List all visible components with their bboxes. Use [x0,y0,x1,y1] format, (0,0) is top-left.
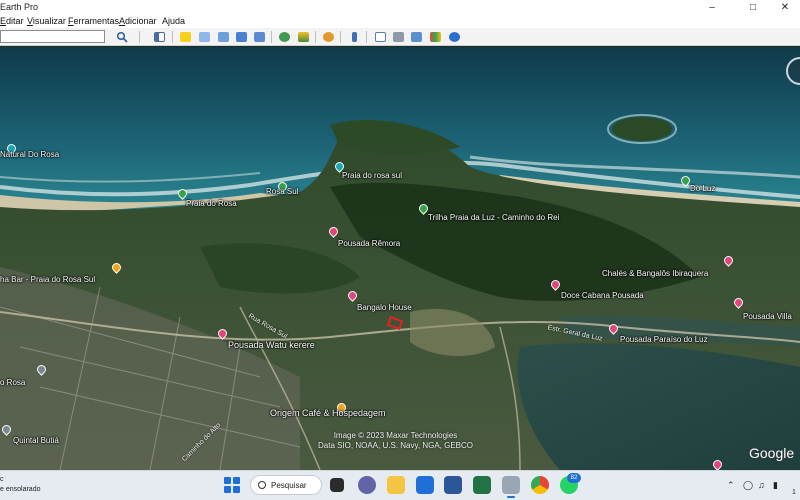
polygon-icon[interactable] [196,30,212,44]
credit-line: Image © 2023 Maxar Technologies [333,431,458,440]
menu-ferramentas[interactable]: Ferramentas [68,16,119,26]
toolbar-separator [139,31,140,43]
menu-adicionar[interactable]: Adicionar [119,16,157,26]
maximize-icon[interactable]: □ [738,0,768,15]
place-label[interactable]: Bangalo House [357,303,412,312]
notification-badge: 82 [567,473,581,483]
satellite-imagery [0,47,800,470]
excel-icon[interactable] [473,476,491,494]
print-icon[interactable] [390,30,406,44]
search-input[interactable] [0,30,105,43]
toolbar-separator [366,31,367,43]
toolbar-separator [172,31,173,43]
place-label[interactable]: ha Bar - Praia do Rosa Sul [0,275,95,284]
imagery-credits: Image © 2023 Maxar Technologies Data SIO… [318,431,473,451]
place-label[interactable]: Natural Do Rosa [0,150,59,159]
place-label[interactable]: Trilha Praia da Luz - Caminho do Rei [428,213,559,222]
planets-icon[interactable] [320,30,336,44]
taskbar: c e ensolarado Pesquisar 82 ⌃ ◯ ♫ ▮ 1 [0,470,800,500]
placemark-icon[interactable] [177,30,193,44]
chrome-icon[interactable] [531,476,549,494]
battery-icon[interactable]: ▮ [773,480,778,491]
place-label[interactable]: Pousada Rêmora [338,239,400,248]
weather-condition: e ensolarado [0,486,41,493]
search-icon [258,481,266,489]
menu-editar[interactable]: Editar [0,16,24,26]
place-label[interactable]: Praia do Rosa [186,199,237,208]
minimize-icon[interactable]: – [697,0,727,15]
place-label[interactable]: o Rosa [0,378,25,387]
record-tour-icon[interactable] [251,30,267,44]
menu-bar: Editar Visualizar Ferramentas Adicionar … [0,15,800,28]
close-icon[interactable]: ✕ [770,0,800,15]
place-label[interactable]: Praia do rosa sul [342,171,402,180]
wifi-icon[interactable]: ◯ [743,480,753,491]
place-label[interactable]: Do Luz [690,184,715,193]
toolbar-separator [340,31,341,43]
task-view-icon[interactable] [330,478,344,492]
taskbar-search-label: Pesquisar [271,480,307,490]
menu-visualizar[interactable]: Visualizar [27,16,66,26]
email-icon[interactable] [372,30,388,44]
sidebar-icon[interactable] [151,30,167,44]
menu-ajuda[interactable]: Ajuda [162,16,185,26]
weather-widget[interactable]: c e ensolarado [0,475,40,495]
toolbar [0,28,800,46]
clock[interactable]: 1 [792,489,796,496]
earth-gallery-icon[interactable] [446,30,462,44]
taskbar-search[interactable]: Pesquisar [250,475,322,495]
mail-icon[interactable] [416,476,434,494]
toolbar-separator [271,31,272,43]
file-explorer-icon[interactable] [387,476,405,494]
place-label[interactable]: Pousada Paraíso do Luz [620,335,708,344]
place-label[interactable]: Rosa Sul [266,187,298,196]
save-image-icon[interactable] [408,30,424,44]
place-label[interactable]: Quintal Butiá [13,436,59,445]
start-icon[interactable] [224,477,240,493]
window-title: Earth Pro [0,2,39,12]
map-view[interactable]: Natural Do Rosa Praia do rosa sul Praia … [0,47,800,470]
google-earth-icon[interactable] [502,476,520,498]
place-label[interactable]: Origem Café & Hospedagem [270,408,386,418]
word-icon[interactable] [444,476,462,494]
volume-icon[interactable]: ♫ [758,480,765,490]
credit-line: Data SIO, NOAA, U.S. Navy, NGA, GEBCO [318,441,473,450]
search-icon[interactable] [114,30,130,44]
title-bar: Earth Pro – □ ✕ [0,0,800,15]
path-icon[interactable] [215,30,231,44]
weather-temp: c [0,476,4,483]
sunlight-icon[interactable] [295,30,311,44]
historical-imagery-icon[interactable] [276,30,292,44]
teams-icon[interactable] [358,476,376,494]
chevron-up-icon[interactable]: ⌃ [727,480,735,491]
google-maps-icon[interactable] [427,30,443,44]
google-logo: Google [749,445,795,461]
place-label[interactable]: Pousada Villa [743,312,792,321]
toolbar-separator [315,31,316,43]
place-label[interactable]: Pousada Watu kerere [228,340,315,350]
place-label[interactable]: Chalés & Bangalôs Ibiraquera [602,269,708,278]
image-overlay-icon[interactable] [233,30,249,44]
place-label[interactable]: Doce Cabana Pousada [561,291,644,300]
ruler-icon[interactable] [346,30,362,44]
